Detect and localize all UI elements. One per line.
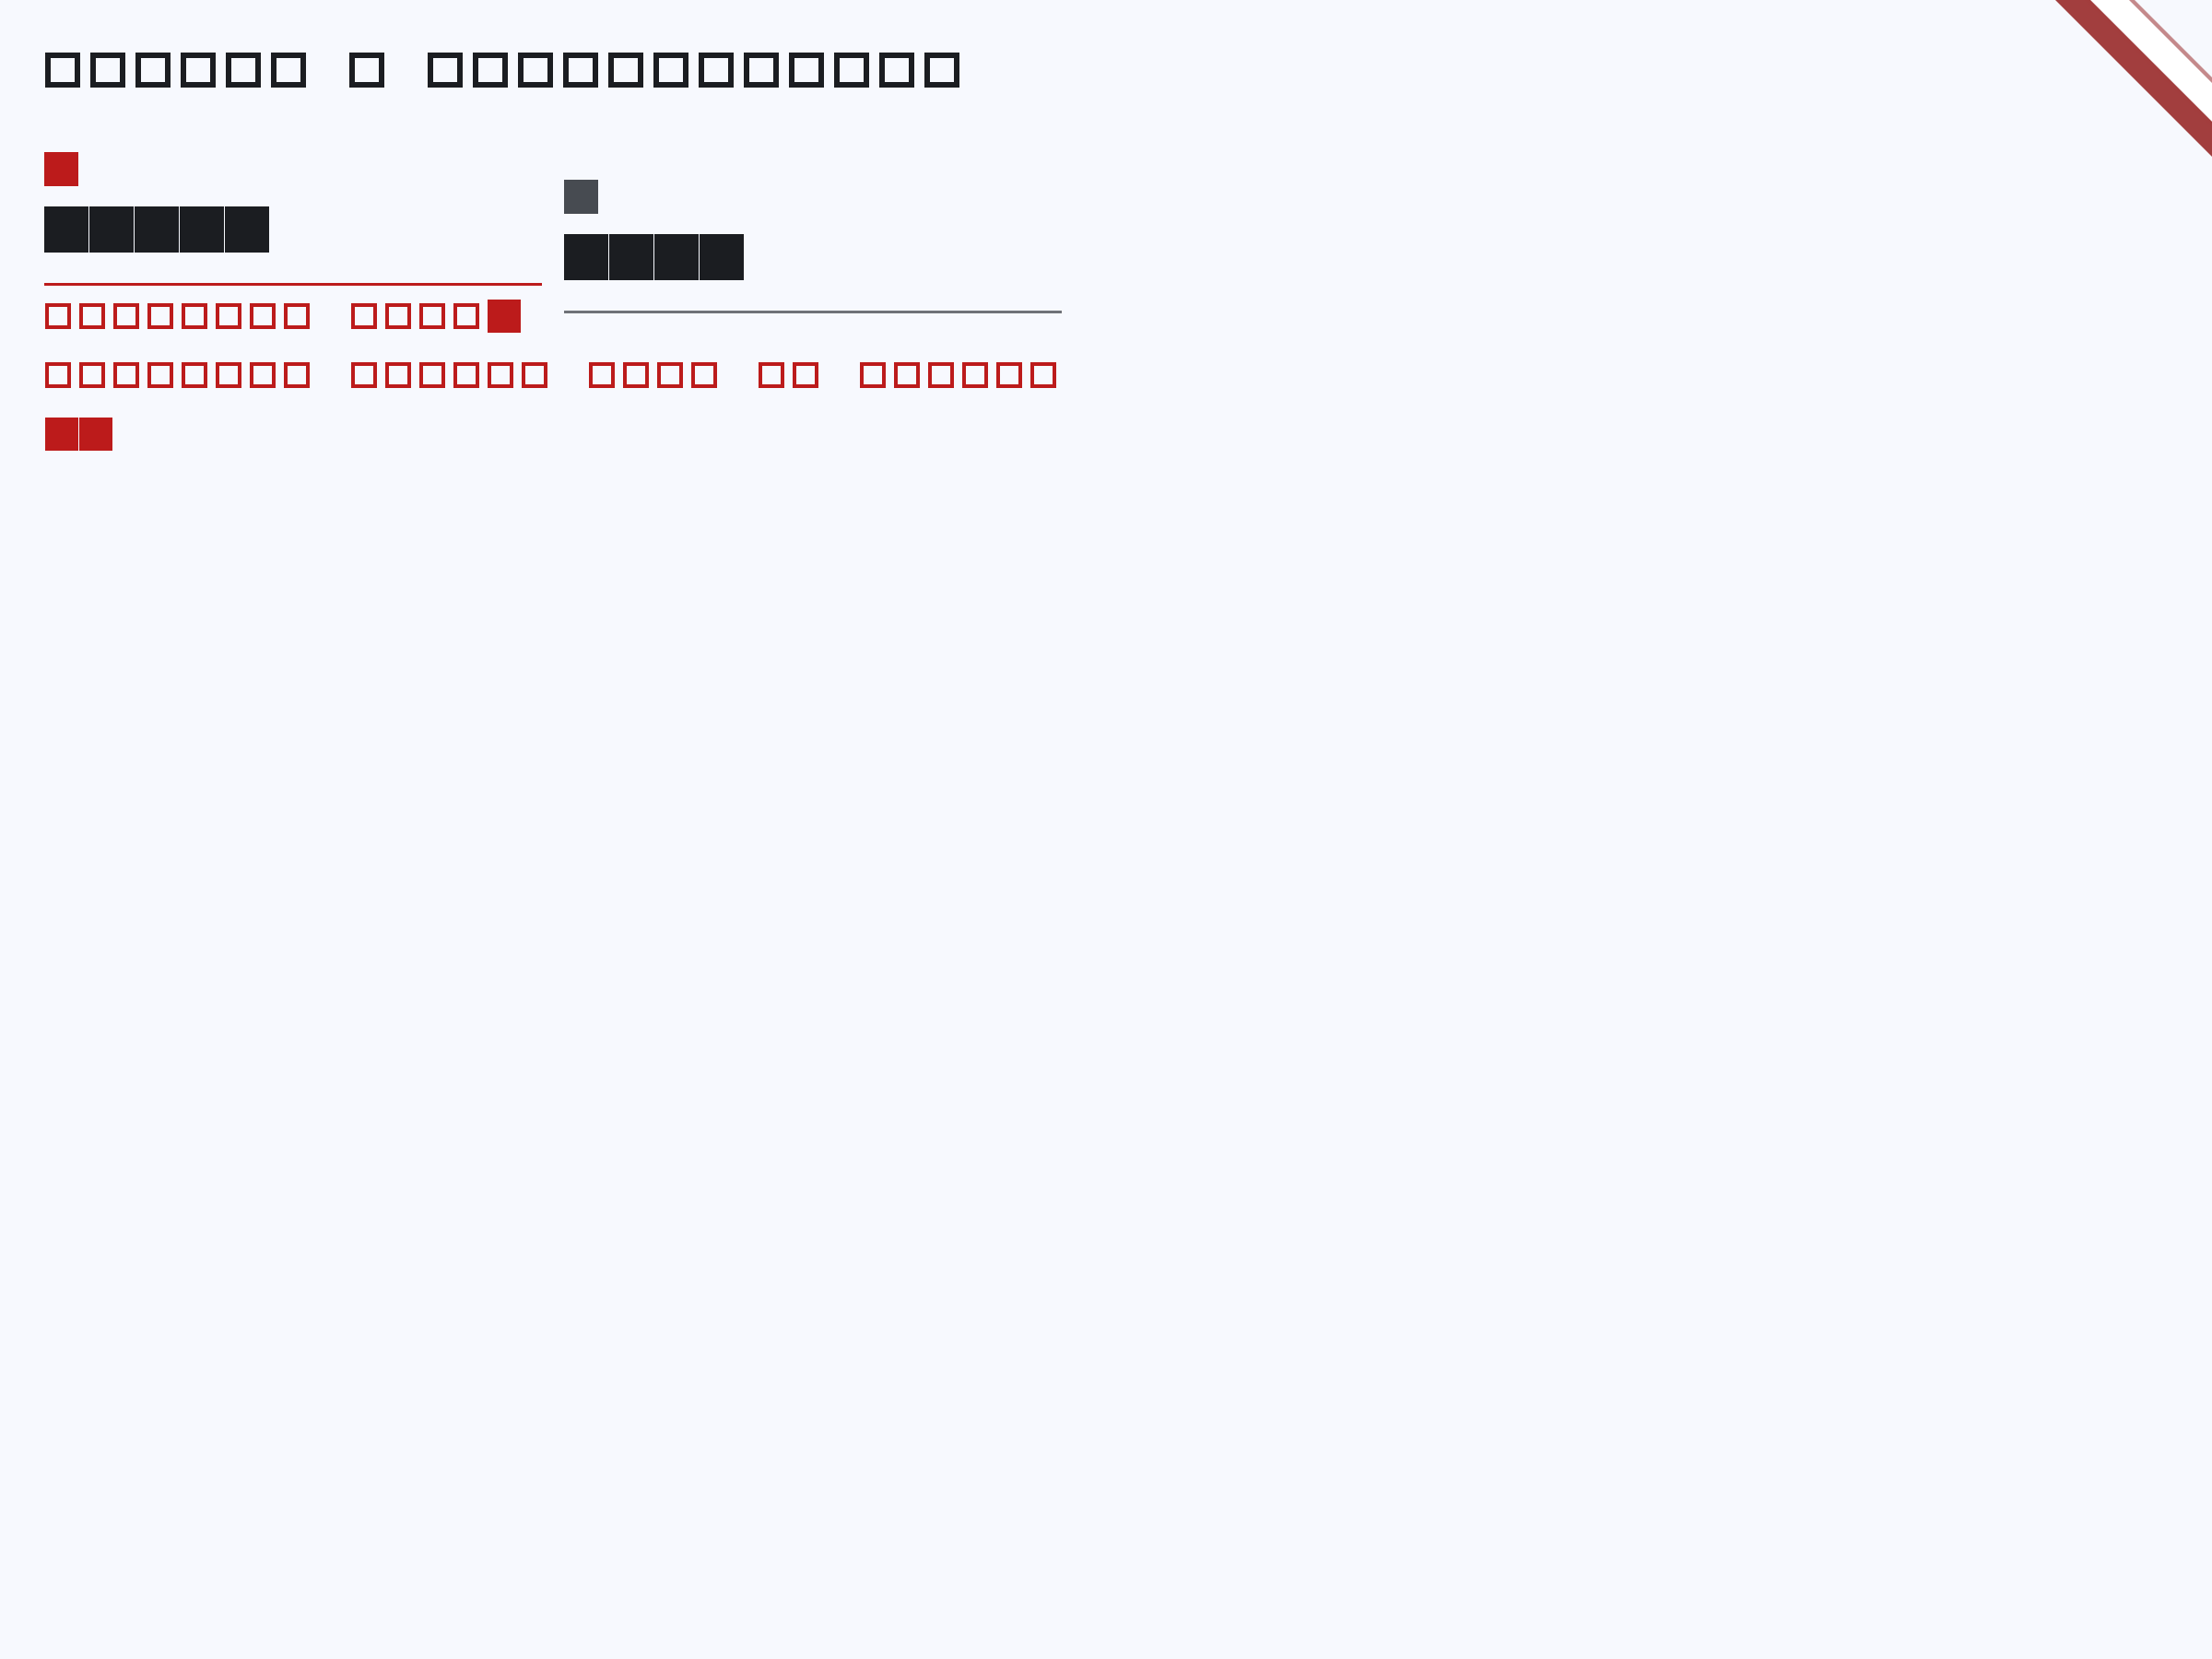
glyph (181, 53, 216, 88)
tab-label-glyph (564, 234, 608, 280)
glyph (45, 53, 80, 88)
tab-1-icon (564, 180, 598, 214)
description (45, 299, 1077, 476)
glyph (759, 362, 784, 388)
tab-label-glyph (180, 206, 224, 253)
tab-label-glyph (135, 206, 179, 253)
tab-0-label (44, 206, 542, 253)
glyph (385, 362, 411, 388)
glyph (284, 303, 310, 329)
glyph (113, 362, 139, 388)
glyph (488, 300, 521, 333)
glyph (45, 418, 78, 451)
glyph (488, 362, 513, 388)
glyph (250, 303, 276, 329)
glyph (928, 362, 954, 388)
corner-ribbon (2055, 0, 2212, 157)
glyph (385, 303, 411, 329)
glyph (216, 362, 241, 388)
tab-label-glyph (700, 234, 744, 280)
glyph (147, 303, 173, 329)
glyph (793, 362, 818, 388)
glyph (182, 362, 207, 388)
glyph (924, 53, 959, 88)
glyph (608, 53, 643, 88)
glyph (419, 303, 445, 329)
glyph (522, 362, 547, 388)
page-title (45, 42, 970, 98)
glyph (453, 362, 479, 388)
glyph (284, 362, 310, 388)
glyph (518, 53, 553, 88)
glyph (691, 362, 717, 388)
tab-label-glyph (44, 206, 88, 253)
glyph (45, 303, 71, 329)
glyph (589, 362, 615, 388)
glyph (90, 53, 125, 88)
glyph (226, 53, 261, 88)
glyph (962, 362, 988, 388)
tab-0[interactable] (44, 152, 542, 313)
tab-0-icon (44, 152, 78, 186)
glyph (996, 362, 1022, 388)
glyph (250, 362, 276, 388)
glyph (657, 362, 683, 388)
tab-label-glyph (225, 206, 269, 253)
glyph (79, 303, 105, 329)
glyph (216, 303, 241, 329)
glyph (744, 53, 779, 88)
glyph (860, 362, 886, 388)
glyph (789, 53, 824, 88)
glyph (428, 53, 463, 88)
page-title-text (45, 53, 970, 88)
description-line-0 (45, 299, 1077, 334)
tab-label-glyph (654, 234, 699, 280)
glyph (653, 53, 688, 88)
tab-0-underline (44, 283, 542, 286)
glyph (419, 362, 445, 388)
glyph (182, 303, 207, 329)
glyph (135, 53, 171, 88)
glyph (453, 303, 479, 329)
glyph (113, 303, 139, 329)
tab-bar (44, 152, 1062, 313)
description-line-1 (45, 358, 1077, 393)
glyph (271, 53, 306, 88)
glyph (79, 418, 112, 451)
glyph (45, 362, 71, 388)
glyph (1030, 362, 1056, 388)
description-line-2 (45, 417, 1077, 452)
glyph (147, 362, 173, 388)
glyph (834, 53, 869, 88)
corner-ribbon-graphic (2055, 0, 2212, 157)
glyph (699, 53, 734, 88)
glyph (563, 53, 598, 88)
glyph (351, 362, 377, 388)
tab-label-glyph (89, 206, 134, 253)
glyph (349, 53, 384, 88)
tab-1-label (564, 234, 1062, 280)
glyph (623, 362, 649, 388)
glyph (473, 53, 508, 88)
tab-label-glyph (609, 234, 653, 280)
glyph (351, 303, 377, 329)
glyph (79, 362, 105, 388)
glyph (879, 53, 914, 88)
glyph (894, 362, 920, 388)
tab-1[interactable] (564, 180, 1062, 313)
